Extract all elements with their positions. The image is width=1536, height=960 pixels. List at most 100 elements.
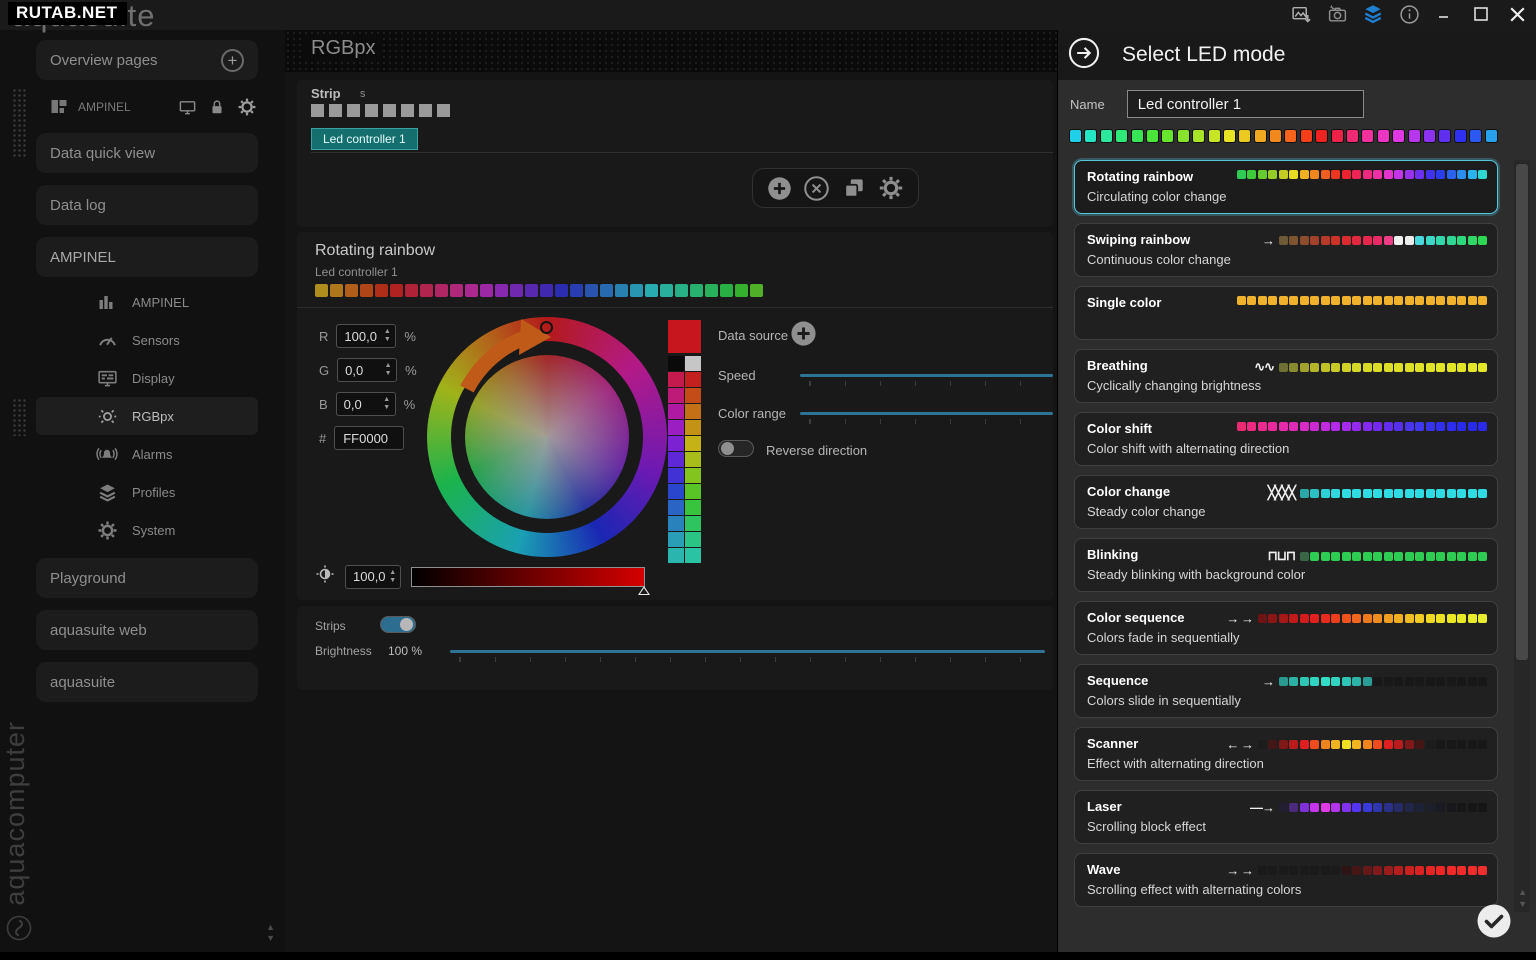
minimize-button[interactable] xyxy=(1434,3,1456,25)
sidebar-item-ampinel[interactable]: AMPINEL xyxy=(36,283,258,321)
strip-led-squares[interactable] xyxy=(311,104,450,117)
color-range-slider[interactable] xyxy=(800,412,1053,415)
led-mode-item-color-shift[interactable]: Color shiftColor shift with alternating … xyxy=(1074,412,1498,466)
led-mode-item-sequence[interactable]: SequenceColors slide in sequentially→ xyxy=(1074,664,1498,718)
led-mode-item-rotating-rainbow[interactable]: Rotating rainbowCirculating color change xyxy=(1074,160,1498,214)
palette-swatch[interactable] xyxy=(685,468,701,483)
palette-swatch[interactable] xyxy=(668,388,684,403)
led-mode-item-scanner[interactable]: ScannerEffect with alternating direction… xyxy=(1074,727,1498,781)
palette-swatch[interactable] xyxy=(685,420,701,435)
overview-page-item[interactable]: AMPINEL xyxy=(48,92,258,122)
monitor-icon[interactable] xyxy=(176,96,198,118)
gradient-slider-handle[interactable] xyxy=(638,586,650,595)
scrollbar-thumb[interactable] xyxy=(1516,164,1528,660)
palette-swatch[interactable] xyxy=(668,404,684,419)
color-palette[interactable] xyxy=(668,320,701,564)
sidebar-item-rgbpx[interactable]: RGBpx xyxy=(36,397,258,435)
gear-icon[interactable] xyxy=(236,96,258,118)
add-data-source-button[interactable] xyxy=(789,319,818,353)
palette-swatch[interactable] xyxy=(668,548,684,563)
palette-swatch[interactable] xyxy=(668,372,684,387)
brightness-gradient-slider[interactable] xyxy=(411,567,645,587)
palette-swatch[interactable] xyxy=(685,404,701,419)
confirm-button[interactable] xyxy=(1476,903,1512,944)
overview-pages-header[interactable]: Overview pages + xyxy=(36,40,258,80)
palette-swatch[interactable] xyxy=(668,516,684,531)
drag-handle-dots[interactable] xyxy=(12,88,26,158)
mode-list-scrollbar[interactable] xyxy=(1514,160,1530,912)
palette-swatch[interactable] xyxy=(685,500,701,515)
sidebar-item-display[interactable]: Display xyxy=(36,359,258,397)
drag-handle-dots[interactable] xyxy=(12,398,26,436)
stepper-arrows-icon[interactable]: ▲▼ xyxy=(379,396,395,412)
add-overview-page-button[interactable]: + xyxy=(221,49,244,72)
sidebar-item-sensors[interactable]: Sensors xyxy=(36,321,258,359)
info-icon[interactable] xyxy=(1398,3,1420,25)
sidebar-item-data-quick-view[interactable]: Data quick view xyxy=(36,133,258,173)
r-value-stepper[interactable]: 100,0 ▲▼ xyxy=(336,324,396,348)
palette-current-color[interactable] xyxy=(668,320,701,353)
close-button[interactable] xyxy=(1506,3,1528,25)
copy-button[interactable] xyxy=(840,174,868,202)
name-input[interactable]: Led controller 1 xyxy=(1127,90,1364,118)
palette-swatch[interactable] xyxy=(685,532,701,547)
led-controller-tab[interactable]: Led controller 1 xyxy=(311,128,418,150)
camera-icon[interactable] xyxy=(1326,3,1348,25)
sidebar-item-aquasuite-web[interactable]: aquasuite web xyxy=(36,610,258,650)
led-mode-item-single-color[interactable]: Single color xyxy=(1074,286,1498,340)
scrollbar-arrows[interactable]: ▲▼ xyxy=(1518,886,1527,910)
sidebar-item-data-log[interactable]: Data log xyxy=(36,185,258,225)
maximize-button[interactable] xyxy=(1470,3,1492,25)
stepper-arrows-icon[interactable]: ▲▼ xyxy=(380,362,396,378)
reverse-direction-toggle[interactable] xyxy=(718,440,754,457)
palette-swatch[interactable] xyxy=(685,436,701,451)
stepper-arrows-icon[interactable]: ▲▼ xyxy=(379,328,395,344)
led-mode-item-wave[interactable]: WaveScrolling effect with alternating co… xyxy=(1074,853,1498,907)
led-mode-item-breathing[interactable]: BreathingCyclically changing brightness∿… xyxy=(1074,349,1498,403)
global-brightness-slider[interactable] xyxy=(450,650,1045,653)
palette-swatch[interactable] xyxy=(668,356,684,371)
palette-swatch[interactable] xyxy=(685,388,701,403)
g-value-stepper[interactable]: 0,0 ▲▼ xyxy=(337,358,397,382)
led-mode-item-blinking[interactable]: BlinkingSteady blinking with background … xyxy=(1074,538,1498,592)
palette-swatch[interactable] xyxy=(668,436,684,451)
palette-swatch[interactable] xyxy=(685,452,701,467)
led-mode-item-swiping-rainbow[interactable]: Swiping rainbowContinuous color change→ xyxy=(1074,223,1498,277)
palette-swatch[interactable] xyxy=(668,532,684,547)
hue-marker[interactable] xyxy=(540,321,553,334)
sidebar-item-alarms[interactable]: Alarms xyxy=(36,435,258,473)
export-image-icon[interactable] xyxy=(1290,3,1312,25)
palette-swatch[interactable] xyxy=(668,468,684,483)
led-mode-item-laser[interactable]: LaserScrolling block effect―→ xyxy=(1074,790,1498,844)
palette-swatch[interactable] xyxy=(685,372,701,387)
strips-enable-toggle[interactable] xyxy=(380,616,416,633)
sidebar-group-ampinel[interactable]: AMPINEL xyxy=(36,237,258,277)
led-mode-item-color-change[interactable]: Color changeSteady color change╳╳╳╳ xyxy=(1074,475,1498,529)
settings-gear-button[interactable] xyxy=(877,174,905,202)
b-value-stepper[interactable]: 0,0 ▲▼ xyxy=(336,392,396,416)
palette-swatch[interactable] xyxy=(668,452,684,467)
stepper-arrows-icon[interactable]: ▲▼ xyxy=(386,569,400,585)
palette-swatch[interactable] xyxy=(668,500,684,515)
palette-swatch[interactable] xyxy=(668,420,684,435)
palette-swatch[interactable] xyxy=(668,484,684,499)
hex-input[interactable]: FF0000 xyxy=(334,426,404,450)
layers-brand-icon[interactable] xyxy=(1362,3,1384,25)
palette-swatch[interactable] xyxy=(685,484,701,499)
sidebar-item-aquasuite[interactable]: aquasuite xyxy=(36,662,258,702)
lock-icon[interactable] xyxy=(206,96,228,118)
brightness-stepper[interactable]: 100,0 ▲▼ xyxy=(345,565,401,589)
led-mode-item-color-sequence[interactable]: Color sequenceColors fade in sequentiall… xyxy=(1074,601,1498,655)
back-arrow-button[interactable] xyxy=(1068,37,1100,74)
palette-swatch[interactable] xyxy=(685,356,701,371)
palette-swatch[interactable] xyxy=(685,516,701,531)
sidebar-scroll-arrows[interactable]: ▲▼ xyxy=(266,922,275,944)
palette-swatch[interactable] xyxy=(685,548,701,563)
add-button[interactable] xyxy=(766,174,794,202)
speed-slider[interactable] xyxy=(800,374,1053,377)
delete-button[interactable] xyxy=(803,174,831,202)
sidebar-item-profiles[interactable]: Profiles xyxy=(36,473,258,511)
sidebar-item-system[interactable]: System xyxy=(36,511,258,549)
color-wheel[interactable] xyxy=(427,317,667,557)
sidebar-item-playground[interactable]: Playground xyxy=(36,558,258,598)
